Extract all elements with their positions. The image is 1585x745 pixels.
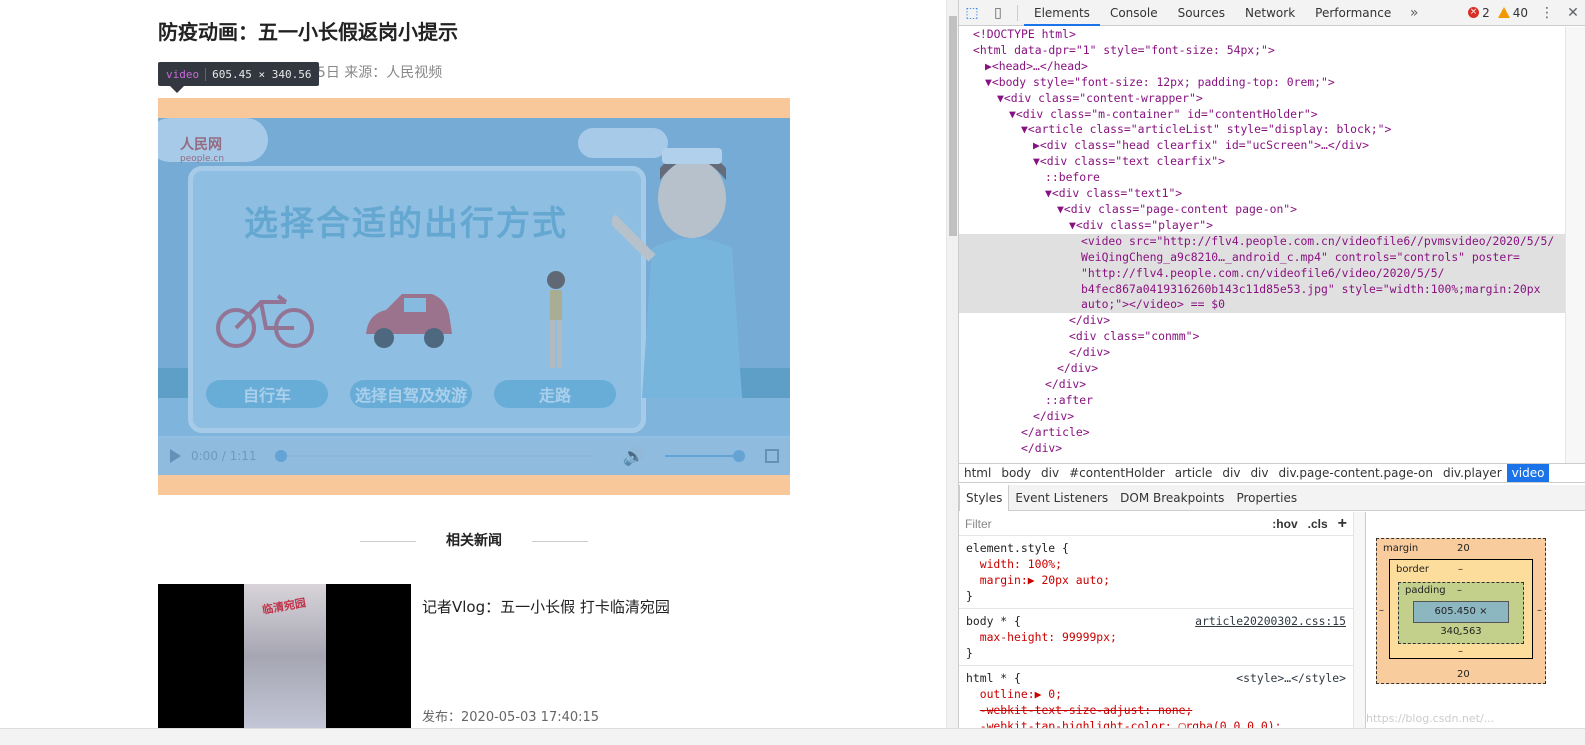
dom-node-line[interactable]: "http://flv4.people.com.cn/videofile6/vi… <box>959 265 1565 282</box>
crumb[interactable]: div.page-content.page-on <box>1274 464 1438 482</box>
dom-tree-scrollbar[interactable] <box>1565 27 1585 463</box>
dom-node-line[interactable]: <!DOCTYPE html> <box>959 27 1565 43</box>
dom-node-line[interactable]: ▶<head>…</head> <box>959 59 1565 75</box>
dom-node-line[interactable]: ▼<div class="m-container" id="contentHol… <box>959 107 1565 123</box>
dom-node-line[interactable]: </div> <box>959 441 1565 457</box>
dom-node-line[interactable]: b4fec867a0419316260b143c11d85e53.jpg" st… <box>959 281 1565 298</box>
tab-performance[interactable]: Performance <box>1305 0 1401 26</box>
dom-node-line[interactable]: ▼<div class="player"> <box>959 218 1565 234</box>
tab-sources[interactable]: Sources <box>1168 0 1235 26</box>
device-toggle-icon[interactable]: ▯ <box>985 0 1011 26</box>
subtab-styles[interactable]: Styles <box>959 484 1010 511</box>
styles-filter[interactable]: Filter :hov .cls + <box>959 512 1353 536</box>
dom-node-line[interactable]: ::after <box>959 393 1565 409</box>
crumb[interactable]: div.player <box>1438 464 1507 482</box>
rule-source-link[interactable]: <style>…</style> <box>1236 670 1346 686</box>
box-content-size: 605.450 × 340.563 <box>1413 601 1509 637</box>
style-rule[interactable]: <style>…</style> html * { outline:▶ 0; -w… <box>959 666 1353 728</box>
box-border: border – – padding – – 605.450 × 340.563 <box>1389 559 1533 659</box>
breadcrumb: html body div #contentHolder article div… <box>959 463 1585 483</box>
subtab-event-listeners[interactable]: Event Listeners <box>1009 485 1114 511</box>
bottom-strip <box>0 728 1585 745</box>
page-scrollbar[interactable] <box>946 0 958 728</box>
dom-node-line[interactable]: </div> <box>959 345 1565 361</box>
dom-node-line[interactable]: ▶<div class="head clearfix" id="ucScreen… <box>959 138 1565 154</box>
tab-console[interactable]: Console <box>1100 0 1168 26</box>
dom-node-line[interactable]: ▼<div class="page-content page-on"> <box>959 202 1565 218</box>
dom-node-line[interactable]: <div class="conmm"> <box>959 329 1565 345</box>
tooltip-arrow <box>170 86 184 93</box>
devtools-panel: ⬚ ▯ Elements Console Sources Network Per… <box>958 0 1585 728</box>
dom-node-line[interactable]: </div> <box>959 377 1565 393</box>
tooltip-tag: video <box>166 67 207 81</box>
inspect-highlight-content <box>158 118 790 475</box>
style-rule[interactable]: article20200302.css:15 body * { max-heigh… <box>959 609 1353 666</box>
tab-elements[interactable]: Elements <box>1024 0 1100 26</box>
watermark: https://blog.csdn.net/... <box>1366 712 1495 725</box>
dom-tree[interactable]: <!DOCTYPE html> <html data-dpr="1" style=… <box>959 27 1565 463</box>
crumb[interactable]: article <box>1170 464 1218 482</box>
cls-toggle[interactable]: .cls <box>1308 516 1328 532</box>
more-tabs-icon[interactable]: » <box>1401 0 1427 26</box>
article-title: 防疫动画：五一小长假返岗小提示 <box>158 20 458 44</box>
dom-node-line[interactable]: ▼<article class="articleList" style="dis… <box>959 122 1565 138</box>
dom-node-line[interactable]: </div> <box>959 361 1565 377</box>
news-date: 发布：2020-05-03 17:40:15 <box>422 710 600 725</box>
crumb[interactable]: div <box>1245 464 1273 482</box>
devtools-toolbar: ⬚ ▯ Elements Console Sources Network Per… <box>959 0 1585 26</box>
crumb[interactable]: div <box>1036 464 1064 482</box>
dom-node-line[interactable]: <html data-dpr="1" style="font-size: 54p… <box>959 43 1565 59</box>
warning-icon <box>1497 7 1510 18</box>
issue-counter[interactable]: × 2 40 <box>1468 6 1528 20</box>
subtab-properties[interactable]: Properties <box>1230 485 1303 511</box>
styles-pane: Filter :hov .cls + element.style { width… <box>959 512 1353 728</box>
dom-node-line[interactable]: WeiQingCheng_a9c8210…_android_c.mp4" con… <box>959 249 1565 266</box>
box-model: margin 20 20 – – border – – padding – – … <box>1365 512 1585 728</box>
box-margin: margin 20 20 – – border – – padding – – … <box>1376 538 1546 684</box>
news-thumbnail[interactable]: 临清宛园 <box>158 584 411 729</box>
styles-scrollbar[interactable] <box>1353 512 1365 728</box>
crumb[interactable]: #contentHolder <box>1064 464 1170 482</box>
subtab-dom-breakpoints[interactable]: DOM Breakpoints <box>1114 485 1230 511</box>
close-icon[interactable]: ✕ <box>1560 0 1585 26</box>
dom-node-line[interactable]: ▼<div class="content-wrapper"> <box>959 91 1565 107</box>
dom-node-line[interactable]: ::before <box>959 170 1565 186</box>
add-rule-icon[interactable]: + <box>1338 515 1347 532</box>
box-padding: padding – – 605.450 × 340.563 <box>1398 582 1524 644</box>
dom-node-line[interactable]: ▼<body style="font-size: 12px; padding-t… <box>959 75 1565 91</box>
crumb[interactable]: div <box>1217 464 1245 482</box>
dom-node-line[interactable]: <video src="http://flv4.people.com.cn/vi… <box>959 233 1565 250</box>
inspect-element-icon[interactable]: ⬚ <box>959 0 985 26</box>
dom-node-line[interactable]: </div> <box>959 313 1565 329</box>
error-icon: × <box>1468 7 1480 18</box>
dom-node-line[interactable]: auto;"></video> == $0 <box>959 297 1565 314</box>
styles-subtabs: Styles Event Listeners DOM Breakpoints P… <box>959 484 1585 511</box>
crumb-active[interactable]: video <box>1506 464 1550 482</box>
related-news-heading: 相关新闻 <box>158 530 790 550</box>
crumb[interactable]: body <box>996 464 1036 482</box>
hov-toggle[interactable]: :hov <box>1272 516 1297 532</box>
dom-node-line[interactable]: </article> <box>959 425 1565 441</box>
style-rule[interactable]: element.style { width: 100%; margin:▶ 20… <box>959 536 1353 609</box>
news-title[interactable]: 记者Vlog：五一小长假 打卡临清宛园 <box>422 596 670 617</box>
inspect-tooltip: video 605.45 × 340.56 <box>158 62 320 86</box>
dom-node-line[interactable]: ▼<div class="text clearfix"> <box>959 154 1565 170</box>
article-meta: 05日 来源：人民视频 <box>308 65 443 81</box>
rule-source-link[interactable]: article20200302.css:15 <box>1195 613 1346 629</box>
crumb[interactable]: html <box>959 464 996 482</box>
dom-node-line[interactable]: ▼<div class="text1"> <box>959 186 1565 202</box>
kebab-menu-icon[interactable]: ⋮ <box>1534 0 1560 26</box>
tab-network[interactable]: Network <box>1235 0 1305 26</box>
dom-node-line[interactable]: </div> <box>959 409 1565 425</box>
tooltip-size: 605.45 × 340.56 <box>212 67 312 81</box>
webpage-viewport: 防疫动画：五一小长假返岗小提示 05日 来源：人民视频 人民网 people.cn… <box>0 0 958 745</box>
